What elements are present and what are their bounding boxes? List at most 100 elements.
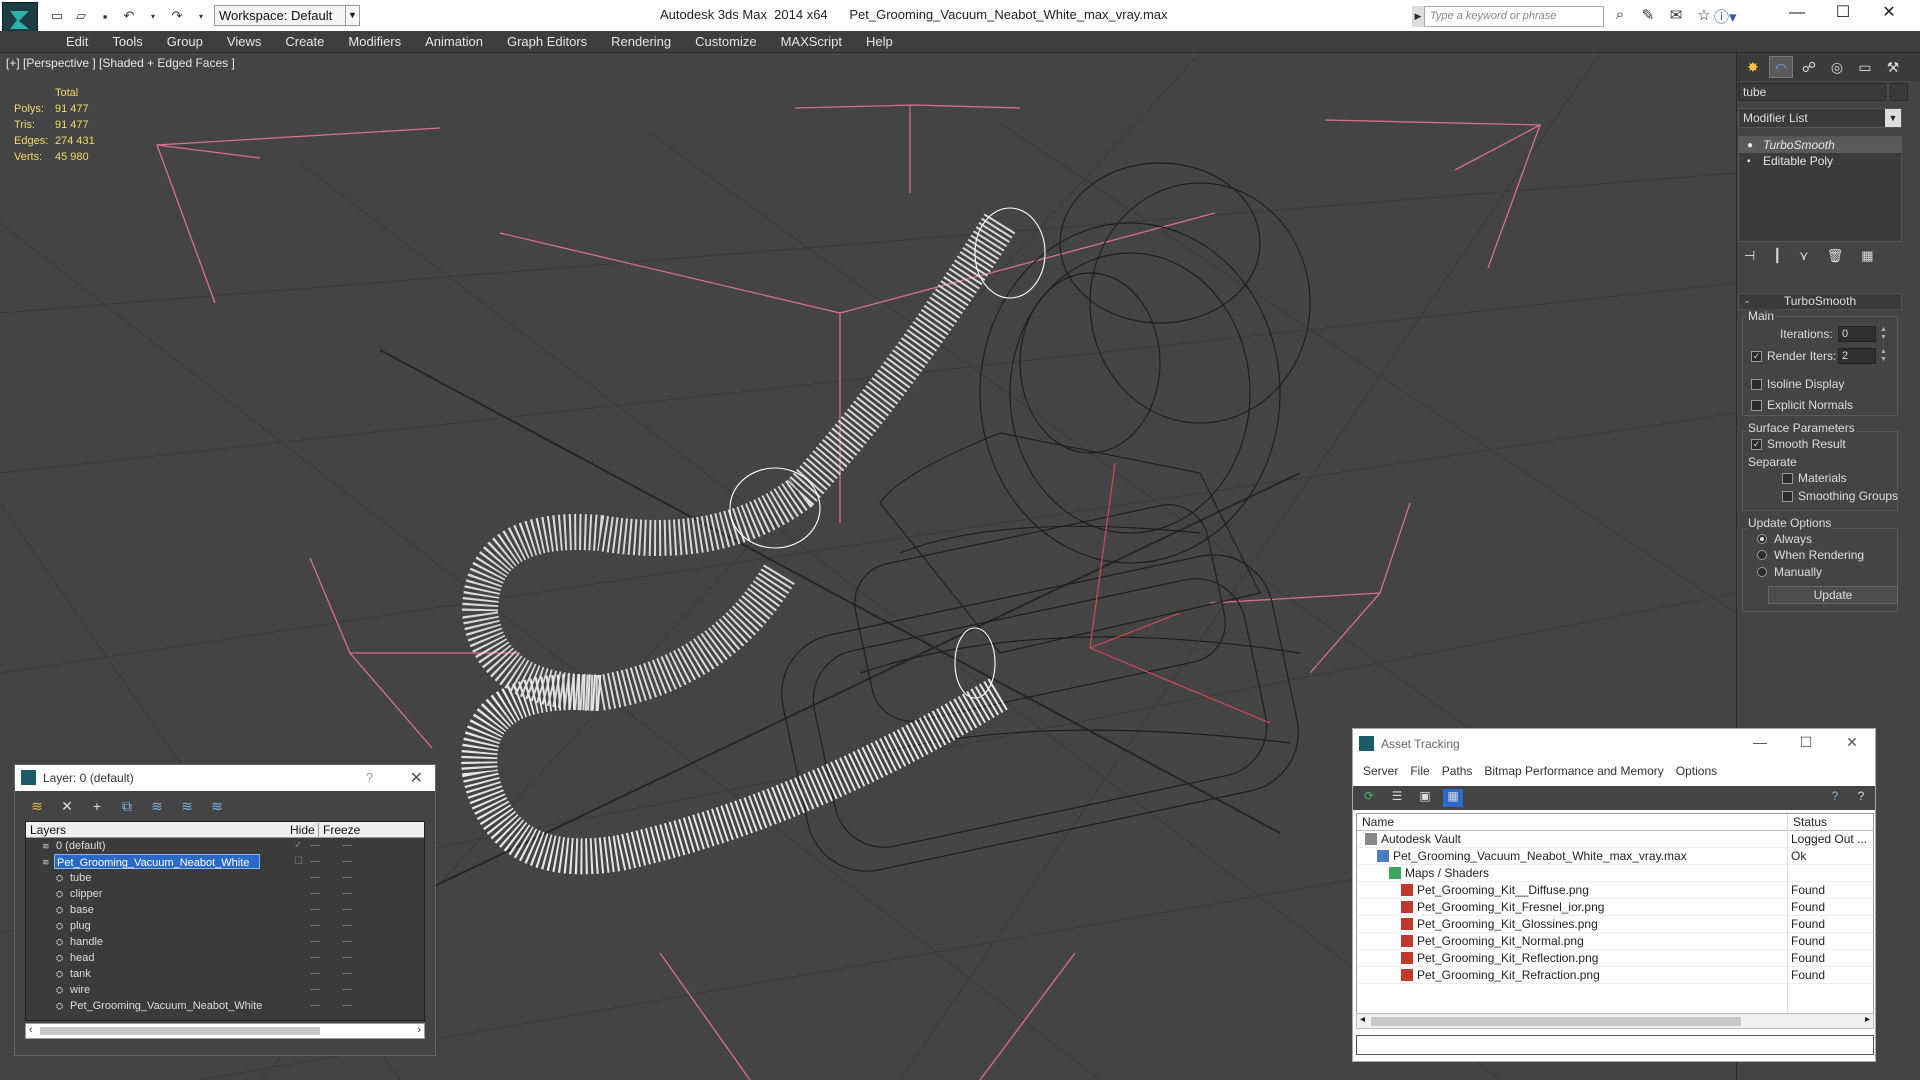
layer-row[interactable]: ⛭ wire — — [26,982,424,998]
menu-customize[interactable]: Customize [683,31,768,52]
menu-tools[interactable]: Tools [100,31,154,52]
refresh-icon[interactable]: ⟳ [1359,789,1379,807]
name-column-header[interactable]: Name [1362,815,1394,829]
manually-radio[interactable] [1757,567,1767,577]
search-expand-icon[interactable]: ▶ [1412,6,1424,27]
expand-icon[interactable]: ▪ [1747,154,1751,170]
asset-row[interactable]: Autodesk Vault Logged Out ... [1357,831,1873,848]
help-icon[interactable]: ? [366,770,373,785]
asset-row[interactable]: Pet_Grooming_Kit_Reflection.png Found [1357,950,1873,967]
turbosmooth-rollout-header[interactable]: - TurboSmooth [1738,293,1902,310]
modifier-list-dropdown[interactable]: Modifier List ▼ [1738,108,1902,128]
update-button[interactable]: Update [1768,586,1898,604]
table-view-icon[interactable]: ▦ [1443,789,1463,807]
render-iters-checkbox[interactable]: ✓ [1751,351,1762,362]
scroll-left-icon[interactable]: ◂ [1360,1014,1365,1025]
layer-row[interactable]: ≋ 0 (default) ✓ — — [26,838,424,854]
modify-tab-icon[interactable]: ◠ [1769,56,1793,78]
layer-horizontal-scrollbar[interactable]: ‹ › [25,1023,425,1039]
freeze-dash[interactable]: — [342,966,352,982]
layers-column-header[interactable]: Layers [30,823,66,837]
close-icon[interactable]: ✕ [410,768,423,788]
layer-row[interactable]: ⛭ handle — — [26,934,424,950]
asset-menu-file[interactable]: File [1404,762,1435,782]
hide-dash[interactable]: — [310,998,320,1014]
motion-tab-icon[interactable]: ◎ [1825,56,1849,78]
favorites-icon[interactable]: ☆ [1694,6,1714,26]
freeze-all-layers-icon[interactable]: ≋ [207,798,227,816]
scroll-left-icon[interactable]: ‹ [29,1024,33,1036]
help-icon[interactable]: ? [1825,789,1845,807]
search-input[interactable]: Type a keyword or phrase [1424,6,1604,27]
menu-modifiers[interactable]: Modifiers [336,31,413,52]
isoline-display-checkbox[interactable] [1751,379,1762,390]
delete-layer-icon[interactable]: ✕ [57,798,77,816]
asset-menu-paths[interactable]: Paths [1436,762,1479,782]
hide-dash[interactable]: — [310,966,320,982]
layer-row[interactable]: ⛭ tube — — [26,870,424,886]
maximize-button[interactable]: ☐ [1783,729,1829,755]
help-icon[interactable]: ⓘ▾ [1714,6,1748,26]
layer-row[interactable]: ≋ Pet_Grooming_Vacuum_Neabot_White ☐ — — [26,854,424,870]
make-unique-icon[interactable]: ⋎ [1799,248,1809,266]
iterations-spinner[interactable]: 0 [1838,326,1876,342]
layer-row[interactable]: ⛭ tank — — [26,966,424,982]
menu-create[interactable]: Create [273,31,336,52]
explicit-normals-checkbox[interactable] [1751,400,1762,411]
hide-dash[interactable]: — [310,950,320,966]
asset-row[interactable]: Pet_Grooming_Kit_Refraction.png Found [1357,967,1873,984]
lightbulb-icon[interactable]: ● [1747,138,1753,154]
pin-stack-icon[interactable]: ⊣ [1744,248,1755,266]
stack-item-turbosmooth[interactable]: ● TurboSmooth [1739,137,1901,153]
spinner-arrows-icon[interactable]: ▲ ▼ [1880,326,1888,342]
asset-row[interactable]: Pet_Grooming_Kit_Glossines.png Found [1357,916,1873,933]
layer-row[interactable]: ⛭ head — — [26,950,424,966]
new-file-icon[interactable]: ▭ [48,7,66,25]
menu-views[interactable]: Views [215,31,273,52]
subscription-icon[interactable]: ✎ [1638,6,1658,26]
minimize-button[interactable]: — [1774,0,1820,27]
highlight-selected-icon[interactable]: ≋ [147,798,167,816]
layer-row[interactable]: ⛭ clipper — — [26,886,424,902]
display-tab-icon[interactable]: ▭ [1853,56,1877,78]
maximize-button[interactable]: ☐ [1820,0,1866,27]
remove-modifier-icon[interactable]: 🗑 [1827,248,1844,266]
hide-column-header[interactable]: Hide [290,823,315,837]
viewport-label[interactable]: [+] [Perspective ] [Shaded + Edged Faces… [6,56,235,70]
hide-dash[interactable]: — [310,918,320,934]
object-name-field[interactable]: tube [1738,83,1886,101]
materials-checkbox[interactable] [1782,473,1793,484]
freeze-dash[interactable]: — [342,982,352,998]
context-help-icon[interactable]: ? [1851,789,1871,807]
menu-animation[interactable]: Animation [413,31,495,52]
freeze-dash[interactable]: — [342,838,352,854]
hide-toggle[interactable]: ☐ [294,854,303,870]
asset-path-field[interactable] [1356,1035,1874,1055]
freeze-dash[interactable]: — [342,902,352,918]
layer-dialog-titlebar[interactable]: Layer: 0 (default) ? ✕ [15,765,435,791]
menu-group[interactable]: Group [155,31,215,52]
hide-dash[interactable]: — [310,854,320,870]
hide-dash[interactable]: — [310,934,320,950]
redo-dropdown-icon[interactable]: ▾ [192,7,210,25]
hide-dash[interactable]: — [310,902,320,918]
communication-icon[interactable]: ✉ [1666,6,1686,26]
layer-row[interactable]: ⛭ base — — [26,902,424,918]
freeze-dash[interactable]: — [342,934,352,950]
scroll-thumb[interactable] [40,1027,320,1035]
scroll-right-icon[interactable]: › [417,1024,421,1036]
hide-toggle[interactable]: ✓ [294,838,302,854]
minimize-button[interactable]: — [1737,729,1783,755]
smooth-result-checkbox[interactable]: ✓ [1751,439,1762,450]
show-end-result-icon[interactable]: ┃ [1773,248,1781,266]
save-file-icon[interactable]: ▪ [96,7,114,25]
asset-menu-bitmap-performance-and-memory[interactable]: Bitmap Performance and Memory [1478,762,1669,782]
stack-item-editable-poly[interactable]: ▪ Editable Poly [1739,153,1901,169]
always-radio[interactable] [1757,534,1767,544]
layer-row[interactable]: ⛭ plug — — [26,918,424,934]
freeze-dash[interactable]: — [342,950,352,966]
add-to-layer-icon[interactable]: + [87,798,107,816]
render-iters-spinner[interactable]: 2 [1838,348,1876,364]
freeze-dash[interactable]: — [342,870,352,886]
create-tab-icon[interactable]: ✸ [1741,56,1765,78]
